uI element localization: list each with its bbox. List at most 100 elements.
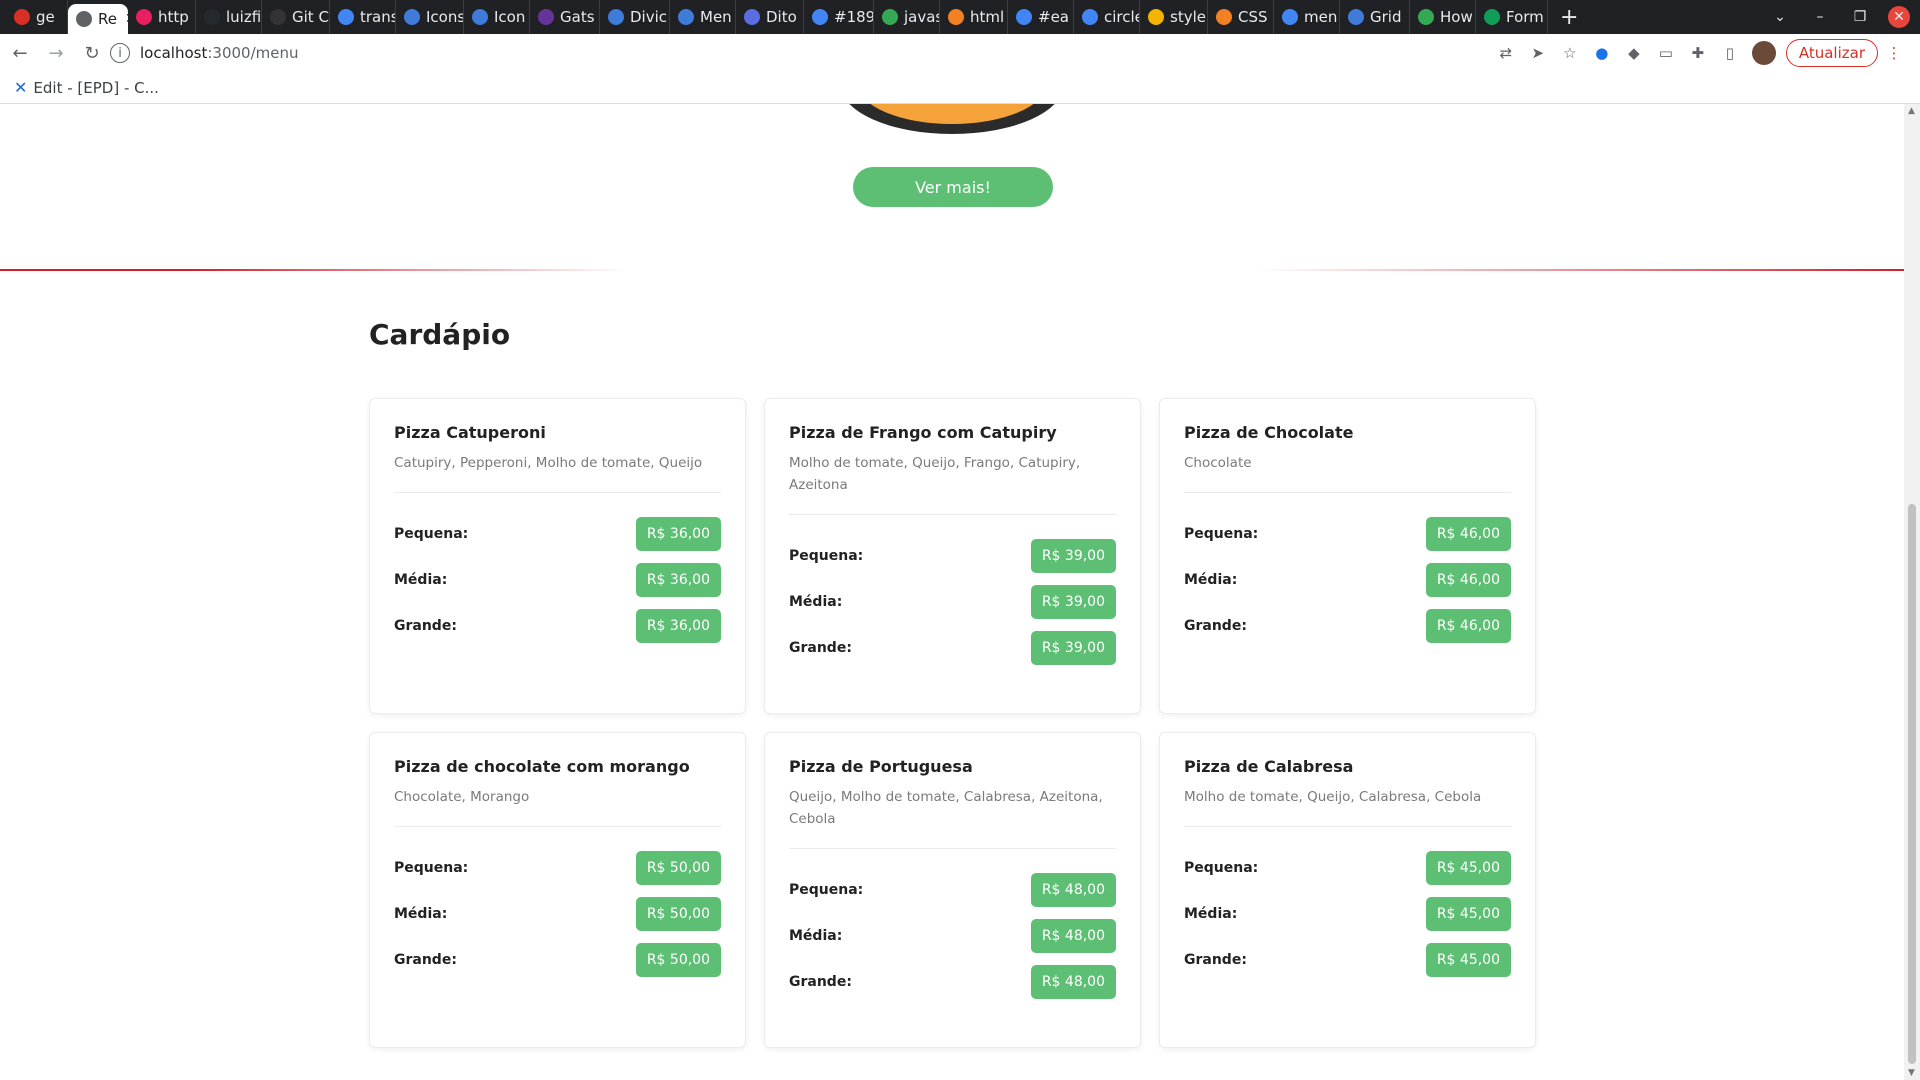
- new-tab-button[interactable]: +: [1548, 0, 1590, 34]
- size-label: Grande:: [394, 618, 457, 634]
- price-row: Pequena: R$ 45,00: [1184, 851, 1511, 885]
- browser-tab[interactable]: How: [1410, 0, 1476, 34]
- browser-tab[interactable]: #189: [804, 0, 874, 34]
- astro-icon: [270, 9, 286, 25]
- browser-tab[interactable]: style: [1140, 0, 1208, 34]
- browser-tab[interactable]: http: [128, 0, 196, 34]
- price-button[interactable]: R$ 48,00: [1030, 965, 1116, 999]
- price-button[interactable]: R$ 39,00: [1030, 631, 1116, 665]
- scrollbar-thumb[interactable]: [1908, 504, 1916, 1064]
- browser-tab[interactable]: trans: [330, 0, 396, 34]
- size-label: Média:: [789, 594, 843, 610]
- diamond-icon: [608, 9, 624, 25]
- tab-label: men: [1304, 8, 1338, 26]
- extensions-puzzle-icon[interactable]: ✚: [1682, 44, 1714, 62]
- close-window-icon[interactable]: ✕: [1888, 6, 1910, 28]
- browser-tab[interactable]: ge: [6, 0, 68, 34]
- browser-tab[interactable]: Git C: [262, 0, 330, 34]
- diamond-icon: [472, 9, 488, 25]
- tab-label: Icons: [426, 8, 464, 26]
- pizza-name: Pizza de Frango com Catupiry: [789, 423, 1057, 442]
- side-panel-icon[interactable]: ▯: [1714, 44, 1746, 62]
- price-button[interactable]: R$ 50,00: [635, 851, 721, 885]
- extension-blue-icon[interactable]: ●: [1586, 44, 1618, 62]
- address-bar[interactable]: i localhost:3000/menu: [110, 37, 1530, 69]
- browser-tab[interactable]: javas: [874, 0, 940, 34]
- browser-tab[interactable]: Re✕: [68, 4, 128, 34]
- restore-icon[interactable]: ❐: [1840, 9, 1880, 25]
- reload-icon[interactable]: ↻: [76, 37, 108, 69]
- browser-tab[interactable]: Gats: [530, 0, 600, 34]
- tab-label: luizfi: [226, 8, 262, 26]
- price-button[interactable]: R$ 36,00: [635, 563, 721, 597]
- size-label: Média:: [394, 906, 448, 922]
- scroll-up-icon[interactable]: ▲: [1908, 106, 1915, 116]
- price-button[interactable]: R$ 45,00: [1425, 897, 1511, 931]
- see-more-button[interactable]: Ver mais!: [853, 167, 1053, 207]
- tab-label: trans: [360, 8, 396, 26]
- browser-tab-strip: geRe✕http luizfiGit C trans Icons Icon Gats Di…: [0, 0, 1920, 34]
- bookmark-item[interactable]: Edit - [EPD] - C...: [33, 79, 159, 97]
- scroll-down-icon[interactable]: ▼: [1908, 1068, 1915, 1078]
- browser-tab[interactable]: html: [940, 0, 1008, 34]
- extension-diamond-icon[interactable]: ◆: [1618, 44, 1650, 62]
- bookmarks-bar: ✕ Edit - [EPD] - C...: [0, 72, 1920, 104]
- update-button[interactable]: Atualizar: [1785, 39, 1878, 67]
- size-label: Média:: [789, 928, 843, 944]
- more-menu-icon[interactable]: ⋮: [1878, 44, 1910, 62]
- back-icon[interactable]: ←: [4, 37, 36, 69]
- price-button[interactable]: R$ 46,00: [1425, 563, 1511, 597]
- browser-tab[interactable]: luizfi: [196, 0, 262, 34]
- browser-tab[interactable]: Men: [670, 0, 736, 34]
- minimize-icon[interactable]: –: [1800, 9, 1840, 25]
- price-row: Média: R$ 48,00: [789, 919, 1116, 953]
- price-button[interactable]: R$ 39,00: [1030, 539, 1116, 573]
- bookmark-star-icon[interactable]: ☆: [1554, 44, 1586, 62]
- card-separator: [394, 826, 721, 827]
- size-label: Grande:: [789, 640, 852, 656]
- url-host: localhost: [140, 44, 208, 62]
- forward-icon[interactable]: →: [40, 37, 72, 69]
- browser-tab[interactable]: Icons: [396, 0, 464, 34]
- price-button[interactable]: R$ 50,00: [635, 897, 721, 931]
- browser-tab[interactable]: Icon: [464, 0, 530, 34]
- browser-tab[interactable]: #ea: [1008, 0, 1074, 34]
- tab-search-icon[interactable]: ⌄: [1760, 9, 1800, 25]
- translate-icon[interactable]: ⇄: [1490, 44, 1522, 62]
- browser-tab[interactable]: Form: [1476, 0, 1548, 34]
- price-button[interactable]: R$ 48,00: [1030, 919, 1116, 953]
- tab-label: Gats: [560, 8, 595, 26]
- pizza-name: Pizza de Portuguesa: [789, 757, 973, 776]
- price-button[interactable]: R$ 48,00: [1030, 873, 1116, 907]
- browser-tab[interactable]: Dito: [736, 0, 804, 34]
- google-icon: [1082, 9, 1098, 25]
- site-info-icon[interactable]: i: [110, 43, 130, 63]
- pencil-icon: [1148, 9, 1164, 25]
- price-row: Grande: R$ 39,00: [789, 631, 1116, 665]
- pizza-ingredients: Molho de tomate, Queijo, Calabresa, Cebo…: [1184, 789, 1482, 805]
- profile-avatar[interactable]: [1751, 41, 1776, 65]
- browser-tab[interactable]: CSS: [1208, 0, 1274, 34]
- github-icon: [204, 9, 220, 25]
- page-scrollbar[interactable]: ▲ ▼: [1904, 104, 1920, 1080]
- stackoverflow-icon: [1216, 9, 1232, 25]
- browser-tab[interactable]: circle: [1074, 0, 1140, 34]
- price-button[interactable]: R$ 36,00: [635, 517, 721, 551]
- cast-icon[interactable]: ▭: [1650, 44, 1682, 62]
- price-button[interactable]: R$ 46,00: [1425, 517, 1511, 551]
- confluence-icon: ✕: [14, 78, 28, 97]
- price-button[interactable]: R$ 45,00: [1425, 943, 1511, 977]
- send-icon[interactable]: ➤: [1522, 44, 1554, 62]
- tab-label: Icon: [494, 8, 526, 26]
- price-button[interactable]: R$ 36,00: [635, 609, 721, 643]
- card-separator: [1184, 492, 1511, 493]
- price-button[interactable]: R$ 50,00: [635, 943, 721, 977]
- browser-tab[interactable]: Grid: [1340, 0, 1410, 34]
- page-viewport: Ver mais! Cardápio Pizza Catuperoni Catup…: [0, 104, 1904, 1080]
- browser-tab[interactable]: Divic: [600, 0, 670, 34]
- price-button[interactable]: R$ 39,00: [1030, 585, 1116, 619]
- price-button[interactable]: R$ 46,00: [1425, 609, 1511, 643]
- browser-tab[interactable]: men: [1274, 0, 1340, 34]
- price-button[interactable]: R$ 45,00: [1425, 851, 1511, 885]
- url-text[interactable]: localhost:3000/menu: [140, 44, 298, 62]
